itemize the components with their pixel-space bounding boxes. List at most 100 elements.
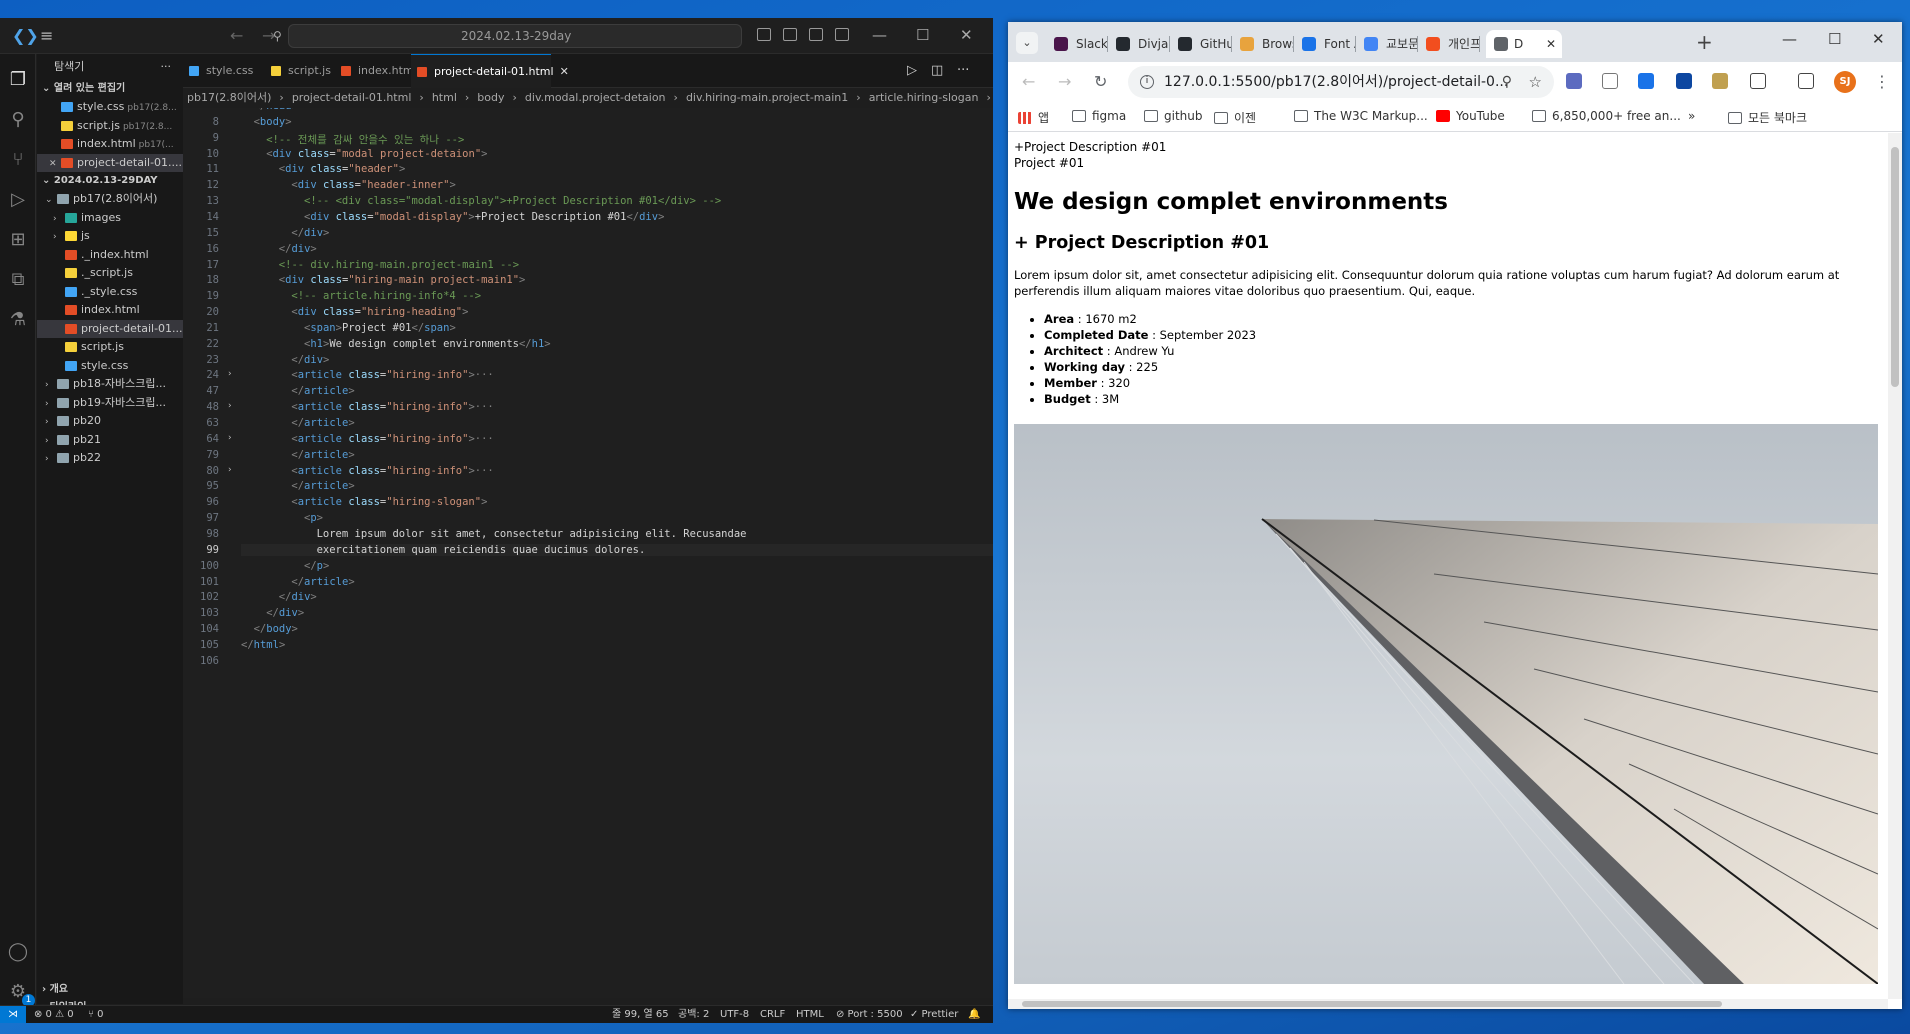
notifications-icon[interactable]: 🔔 bbox=[968, 1006, 980, 1023]
extensions-icon[interactable]: ⊞ bbox=[6, 228, 30, 252]
site-info-icon[interactable]: i bbox=[1140, 75, 1154, 89]
ijen-bookmark[interactable]: 이젠 bbox=[1214, 109, 1256, 126]
code-editor[interactable]: </head> 8 <body> 9 <!-- 전체를 감싸 안을수 있는 하나 -->… bbox=[183, 108, 993, 998]
maximize-icon[interactable]: ☐ bbox=[1828, 30, 1841, 48]
tree-item[interactable]: › js bbox=[37, 227, 183, 246]
search-icon[interactable]: ⚲ bbox=[6, 108, 30, 132]
tree-item[interactable]: style.css bbox=[37, 357, 183, 376]
live-server-port[interactable]: ⊘ Port : 5500 bbox=[836, 1006, 903, 1023]
back-arrow-icon[interactable]: ← bbox=[1022, 72, 1035, 91]
outline-section[interactable]: › 개요 bbox=[37, 981, 183, 999]
fold-chevron-icon[interactable]: › bbox=[227, 369, 232, 379]
command-center-search[interactable]: ⚲ 2024.02.13-29day bbox=[273, 24, 742, 48]
toggle-panel-icon[interactable] bbox=[783, 28, 797, 41]
close-icon[interactable]: ✕ bbox=[49, 155, 61, 173]
browser-tab[interactable]: GitHu bbox=[1170, 30, 1232, 58]
tree-item[interactable]: › images bbox=[37, 209, 183, 228]
browser-tab[interactable]: Brows bbox=[1232, 30, 1294, 58]
toggle-sidebar-icon[interactable] bbox=[757, 28, 771, 41]
open-editor-item[interactable]: ✕ project-detail-01.... bbox=[37, 153, 183, 173]
free-assets-bookmark[interactable]: 6,850,000+ free an... bbox=[1532, 109, 1681, 123]
remote-indicator-icon[interactable]: ⋊ bbox=[0, 1006, 26, 1023]
w3c-bookmark[interactable]: The W3C Markup... bbox=[1294, 109, 1428, 123]
tree-item[interactable]: ._index.html bbox=[37, 246, 183, 265]
tree-item[interactable]: index.html bbox=[37, 301, 183, 320]
extension-icon[interactable] bbox=[1638, 73, 1654, 89]
bookmark-star-icon[interactable]: ☆ bbox=[1529, 66, 1542, 98]
tab-script-js[interactable]: script.js bbox=[265, 54, 343, 88]
breadcrumb-item[interactable]: project-detail-01.html bbox=[292, 91, 412, 104]
run-icon[interactable]: ▷ bbox=[907, 63, 917, 78]
account-icon[interactable]: ◯ bbox=[6, 940, 30, 964]
extension-icon[interactable] bbox=[1602, 73, 1618, 89]
address-bar[interactable]: i 127.0.0.1:5500/pb17(2.8이어서)/project-de… bbox=[1128, 66, 1554, 98]
breadcrumb-item[interactable]: article.hiring-slogan bbox=[869, 91, 979, 104]
more-actions-icon[interactable]: ··· bbox=[957, 63, 969, 78]
toggle-secondary-sidebar-icon[interactable] bbox=[809, 28, 823, 41]
breadcrumb-item[interactable]: div.hiring-main.project-main1 bbox=[686, 91, 848, 104]
more-bookmarks-icon[interactable]: » bbox=[1688, 109, 1695, 123]
vertical-scrollbar[interactable] bbox=[1888, 133, 1902, 999]
extension-icon[interactable] bbox=[1676, 73, 1692, 89]
reload-icon[interactable]: ↻ bbox=[1094, 72, 1107, 91]
forward-arrow-icon[interactable]: → bbox=[1058, 72, 1071, 91]
menu-icon[interactable]: ≡ bbox=[40, 26, 53, 45]
cursor-position[interactable]: 줄 99, 열 65 bbox=[612, 1006, 669, 1023]
tree-item[interactable]: ._style.css bbox=[37, 283, 183, 302]
extension-icon[interactable] bbox=[1566, 73, 1582, 89]
tree-item[interactable]: › pb19-자바스크립... bbox=[37, 394, 183, 413]
close-tab-icon[interactable]: ✕ bbox=[1546, 30, 1556, 58]
maximize-icon[interactable]: ☐ bbox=[916, 26, 929, 44]
all-bookmarks[interactable]: 모든 북마크 bbox=[1728, 109, 1807, 126]
problems-indicator[interactable]: ⊗ 0 ⚠ 0 bbox=[34, 1006, 74, 1023]
line-ending[interactable]: CRLF bbox=[760, 1006, 785, 1023]
prettier-status[interactable]: ✓ Prettier bbox=[910, 1006, 958, 1023]
fold-chevron-icon[interactable]: › bbox=[227, 401, 232, 411]
github-bookmark[interactable]: github bbox=[1144, 109, 1202, 123]
minimize-icon[interactable]: — bbox=[1782, 30, 1797, 48]
fold-chevron-icon[interactable]: › bbox=[227, 465, 232, 475]
customize-layout-icon[interactable] bbox=[835, 28, 849, 41]
zoom-icon[interactable]: ⚲ bbox=[1502, 66, 1512, 98]
tree-item[interactable]: ⌄ pb17(2.8이어서) bbox=[37, 190, 183, 209]
fold-chevron-icon[interactable]: › bbox=[227, 433, 232, 443]
browser-tab[interactable]: Slack bbox=[1046, 30, 1108, 58]
close-icon[interactable]: ✕ bbox=[1872, 30, 1885, 48]
tree-item[interactable]: ._script.js bbox=[37, 264, 183, 283]
open-editor-item[interactable]: style.css pb17(2.8... bbox=[37, 98, 183, 117]
close-tab-icon[interactable]: ✕ bbox=[560, 65, 569, 78]
scrollbar-thumb[interactable] bbox=[1891, 147, 1899, 387]
tab-index-html[interactable]: index.html bbox=[335, 54, 417, 88]
tab-project-detail-01-html[interactable]: project-detail-01.html ✕ bbox=[411, 54, 569, 88]
tree-item[interactable]: › pb20 bbox=[37, 412, 183, 431]
testing-icon[interactable]: ⚗ bbox=[6, 308, 30, 332]
back-arrow-icon[interactable]: ← bbox=[230, 26, 243, 45]
scrollbar-thumb[interactable] bbox=[1022, 1001, 1722, 1007]
side-panel-icon[interactable] bbox=[1798, 73, 1814, 89]
breadcrumb-item[interactable]: pb17(2.8이어서) bbox=[187, 91, 271, 104]
breadcrumb-item[interactable]: body bbox=[477, 91, 504, 104]
open-editor-item[interactable]: index.html pb17(... bbox=[37, 135, 183, 154]
source-control-icon[interactable]: ⑂ bbox=[6, 148, 30, 172]
browser-tab[interactable]: 개인프 bbox=[1418, 30, 1480, 58]
explorer-icon[interactable]: ❐ bbox=[6, 68, 30, 92]
browser-tab[interactable]: 교보문 bbox=[1356, 30, 1418, 58]
browser-tab[interactable]: Font A bbox=[1294, 30, 1356, 58]
workspace-section[interactable]: ⌄ 2024.02.13-29DAY bbox=[37, 172, 183, 190]
breadcrumb-item[interactable]: div.modal.project-detaion bbox=[525, 91, 666, 104]
youtube-bookmark[interactable]: YouTube bbox=[1436, 109, 1505, 123]
remote-explorer-icon[interactable]: ⧉ bbox=[6, 268, 30, 292]
figma-bookmark[interactable]: figma bbox=[1072, 109, 1126, 123]
extensions-puzzle-icon[interactable] bbox=[1750, 73, 1766, 89]
tree-item[interactable]: › pb18-자바스크립... bbox=[37, 375, 183, 394]
tree-item[interactable]: › pb21 bbox=[37, 431, 183, 450]
avatar[interactable]: SJ bbox=[1834, 71, 1856, 93]
language-mode[interactable]: HTML bbox=[796, 1006, 824, 1023]
run-debug-icon[interactable]: ▷ bbox=[6, 188, 30, 212]
minimize-icon[interactable]: — bbox=[872, 26, 887, 44]
extension-icon[interactable] bbox=[1712, 73, 1728, 89]
settings-gear-icon[interactable]: ⚙ 1 bbox=[6, 980, 35, 1007]
tree-item[interactable]: project-detail-01.... bbox=[37, 319, 183, 338]
indentation[interactable]: 공백: 2 bbox=[678, 1006, 709, 1023]
close-icon[interactable]: ✕ bbox=[960, 26, 973, 44]
